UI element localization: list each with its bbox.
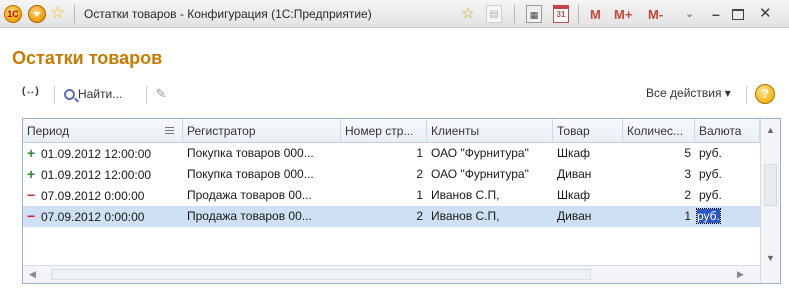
cell-client: ОАО "Фурнитура" (431, 146, 529, 160)
register-table[interactable]: Период Регистратор Номер стр... Клиенты … (22, 118, 781, 284)
scroll-right-icon[interactable]: ▶ (737, 269, 744, 280)
help-icon[interactable]: ? (755, 84, 775, 104)
close-icon[interactable]: ✕ (759, 5, 772, 23)
search-icon (64, 89, 75, 100)
app-window: 1С ☆ Остатки товаров - Конфигурация (1С:… (0, 0, 789, 294)
cell-registrar: Покупка товаров 000... (187, 146, 314, 160)
table-row[interactable]: −07.09.2012 0:00:00 Продажа товаров 00..… (23, 185, 760, 206)
period-text: 07.09.2012 0:00:00 (41, 189, 145, 203)
vertical-scrollbar[interactable]: ▲ ▼ (760, 119, 780, 283)
column-header-line-number[interactable]: Номер стр... (341, 119, 427, 143)
cell-line-number: 1 (416, 188, 423, 202)
memory-plus-button[interactable]: M+ (614, 6, 632, 24)
more-chevron-icon[interactable]: ⌄ (685, 5, 694, 23)
memory-m-button[interactable]: M (590, 6, 601, 24)
history-icon[interactable]: ▤ (486, 5, 502, 23)
cell-client: Иванов С.П, (431, 209, 500, 223)
title-separator (514, 5, 515, 23)
app-logo-icon[interactable]: 1С (4, 5, 22, 23)
memory-minus-button[interactable]: M- (648, 6, 663, 24)
cell-currency: руб. (699, 146, 722, 160)
column-header-registrar[interactable]: Регистратор (183, 119, 341, 143)
toolbar: (↔) Найти... ✎ Все действия ▾ ? (0, 82, 789, 108)
find-button[interactable]: Найти... (64, 84, 122, 104)
cell-client: ОАО "Фурнитура" (431, 167, 529, 181)
toolbar-separator (146, 86, 147, 104)
column-header-clients[interactable]: Клиенты (427, 119, 553, 143)
title-bar: 1С ☆ Остатки товаров - Конфигурация (1С:… (0, 0, 789, 28)
find-label: Найти... (78, 87, 123, 101)
table-row[interactable]: +01.09.2012 12:00:00 Покупка товаров 000… (23, 143, 760, 164)
navigate-register-button[interactable]: (↔) (22, 86, 39, 97)
scroll-left-icon[interactable]: ◀ (29, 269, 36, 280)
cell-line-number: 2 (416, 209, 423, 223)
title-separator (578, 5, 579, 23)
cell-quantity: 5 (684, 146, 691, 160)
horizontal-scroll-thumb[interactable] (51, 269, 591, 280)
cell-product: Диван (557, 209, 592, 223)
logo-text: 1С (7, 9, 19, 19)
column-header-period[interactable]: Период (23, 119, 183, 143)
cell-quantity: 3 (684, 167, 691, 181)
horizontal-scrollbar[interactable]: ◀ ▶ (23, 265, 760, 283)
period-text: 01.09.2012 12:00:00 (41, 168, 152, 182)
cell-period: −07.09.2012 0:00:00 (23, 185, 183, 206)
all-actions-button[interactable]: Все действия ▾ (646, 86, 731, 100)
cell-registrar: Продажа товаров 00... (187, 209, 312, 223)
cell-client: Иванов С.П, (431, 188, 500, 202)
cell-currency: руб. (699, 188, 722, 202)
cell-currency-focused[interactable]: руб. (695, 206, 760, 227)
cell-registrar: Продажа товаров 00... (187, 188, 312, 202)
favorites-star-icon[interactable]: ☆ (50, 3, 65, 23)
sort-icon (165, 127, 174, 134)
column-header-currency[interactable]: Валюта (695, 119, 760, 143)
currency-focused-text: руб. (696, 208, 721, 224)
income-plus-icon: + (27, 166, 36, 182)
calculator-icon[interactable]: ▦ (526, 5, 542, 23)
cell-period: +01.09.2012 12:00:00 (23, 164, 183, 185)
expense-minus-icon: − (27, 187, 36, 203)
income-plus-icon: + (27, 145, 36, 161)
cancel-search-icon[interactable]: ✎ (152, 84, 170, 104)
period-text: 01.09.2012 12:00:00 (41, 147, 152, 161)
cell-quantity: 2 (684, 188, 691, 202)
cell-product: Шкаф (557, 188, 591, 202)
main-menu-icon[interactable] (28, 5, 46, 23)
cell-period: +01.09.2012 12:00:00 (23, 143, 183, 164)
cell-line-number: 2 (416, 167, 423, 181)
column-header-label: Период (27, 124, 70, 138)
toolbar-separator (54, 86, 55, 104)
scroll-down-icon[interactable]: ▼ (766, 253, 775, 263)
add-favorite-icon[interactable]: ☆ (461, 5, 474, 23)
window-title: Остатки товаров - Конфигурация (1С:Предп… (84, 7, 372, 21)
column-header-quantity[interactable]: Количес... (623, 119, 695, 143)
vertical-scroll-thumb[interactable] (764, 164, 777, 206)
calendar-day: 31 (556, 10, 566, 19)
calendar-icon[interactable]: 31 (553, 5, 569, 23)
page-title: Остатки товаров (12, 48, 163, 68)
minimize-icon[interactable]: – (712, 5, 720, 23)
cell-registrar: Покупка товаров 000... (187, 167, 314, 181)
scroll-up-icon[interactable]: ▲ (766, 125, 775, 135)
cell-line-number: 1 (416, 146, 423, 160)
column-header-product[interactable]: Товар (553, 119, 623, 143)
cell-period: −07.09.2012 0:00:00 (23, 206, 183, 227)
period-text: 07.09.2012 0:00:00 (41, 210, 145, 224)
expense-minus-icon: − (27, 208, 36, 224)
table-header: Период Регистратор Номер стр... Клиенты … (23, 119, 780, 143)
maximize-icon[interactable] (732, 9, 744, 20)
table-row-selected[interactable]: −07.09.2012 0:00:00 Продажа товаров 00..… (23, 206, 760, 227)
cell-currency: руб. (699, 167, 722, 181)
cell-quantity: 1 (684, 209, 691, 223)
cell-product: Шкаф (557, 146, 591, 160)
table-row[interactable]: +01.09.2012 12:00:00 Покупка товаров 000… (23, 164, 760, 185)
title-separator (74, 5, 75, 23)
cell-product: Диван (557, 167, 592, 181)
toolbar-separator (746, 86, 747, 104)
